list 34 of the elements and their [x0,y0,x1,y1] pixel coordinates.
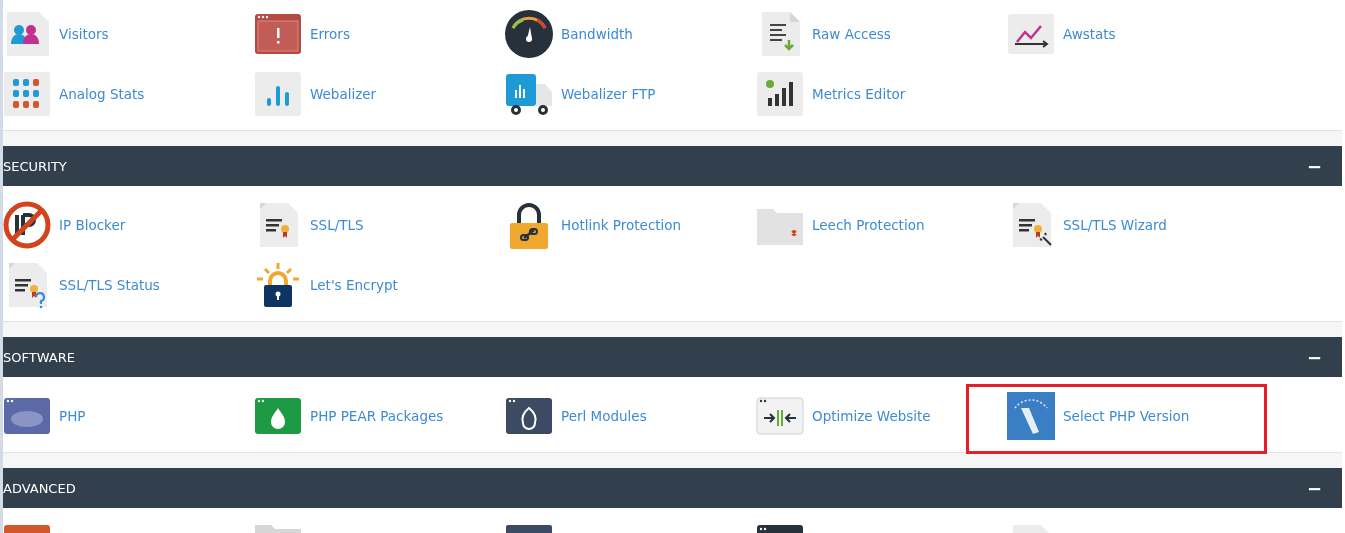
tool-link[interactable]: Errors [310,26,350,42]
collapse-button[interactable]: − [1300,346,1328,368]
section-title: SECURITY [3,158,67,174]
section-header[interactable]: ADVANCED − [3,468,1342,508]
tool-link[interactable]: Perl Modules [561,408,647,424]
tool-link[interactable]: Optimize Website [812,408,931,424]
tool-link[interactable]: SSL/TLS [310,217,364,233]
prohibited-icon[interactable] [3,201,51,249]
tool-link[interactable]: Metrics Editor [812,86,906,102]
padlock-icon[interactable] [254,261,302,309]
section-header[interactable]: SECURITY − [3,146,1342,186]
tool-link[interactable]: Visitors [59,26,109,42]
tool-link[interactable]: Webalizer [310,86,377,102]
tool-link[interactable]: Awstats [1063,26,1116,42]
section-title: SOFTWARE [3,349,75,365]
tool-link[interactable]: SSL/TLS Status [59,277,160,293]
tool-link[interactable]: Raw Access [812,26,891,42]
tool-link[interactable]: IP Blocker [59,217,126,233]
tool-link[interactable]: PHP PEAR Packages [310,408,444,424]
tool-link[interactable]: Webalizer FTP [561,86,656,102]
tool-link[interactable]: PHP [59,408,86,424]
tool-link[interactable]: Let's Encrypt [310,277,398,293]
tool-link[interactable]: Bandwidth [561,26,633,42]
collapse-button[interactable]: − [1300,155,1328,177]
tool-link[interactable]: SSL/TLS Wizard [1063,217,1167,233]
tool-link[interactable]: Analog Stats [59,86,145,102]
tool-link[interactable]: Hotlink Protection [561,217,682,233]
gauge-icon[interactable] [505,10,553,58]
section-title: ADVANCED [3,480,76,496]
tool-link[interactable]: Select PHP Version [1063,408,1190,424]
tool-link[interactable]: Leech Protection [812,217,925,233]
bar-chart-icon[interactable] [756,70,804,118]
section-header[interactable]: SOFTWARE − [3,337,1342,377]
collapse-button[interactable]: − [1300,477,1328,499]
